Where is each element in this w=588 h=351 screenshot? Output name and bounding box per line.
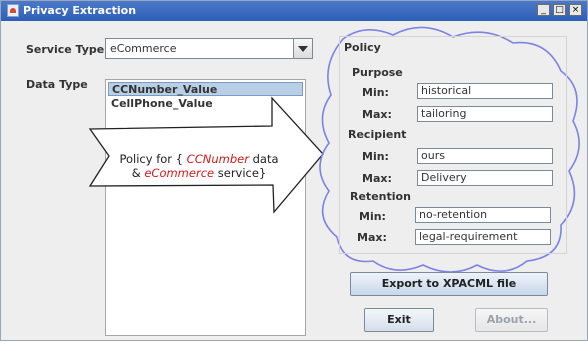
purpose-max-label: Max:: [362, 108, 392, 121]
retention-min-label: Min:: [359, 210, 386, 223]
window-title: Privacy Extraction: [23, 4, 137, 17]
service-type-value: eCommerce: [110, 42, 177, 55]
app-icon: [7, 4, 19, 17]
purpose-min-field[interactable]: historical: [417, 83, 553, 99]
recipient-min-label: Min:: [362, 150, 389, 163]
recipient-heading: Recipient: [348, 128, 407, 141]
service-type-select[interactable]: eCommerce: [105, 38, 313, 59]
purpose-max-field[interactable]: tailoring: [417, 106, 553, 122]
data-type-label: Data Type: [26, 78, 88, 91]
callout-line2-suffix: service}: [217, 166, 267, 180]
about-button[interactable]: About...: [475, 308, 548, 332]
main-window: Privacy Extraction _ □ × Service Type eC…: [0, 0, 588, 341]
recipient-min-field[interactable]: ours: [417, 148, 553, 164]
callout-text: Policy for { CCNumber data & eCommerce s…: [111, 152, 287, 180]
title-bar[interactable]: Privacy Extraction _ □ ×: [1, 1, 587, 21]
policy-title: Policy: [344, 41, 381, 54]
retention-min-field[interactable]: no-retention: [415, 207, 551, 223]
exit-button[interactable]: Exit: [364, 308, 434, 332]
purpose-min-label: Min:: [362, 86, 389, 99]
maximize-button[interactable]: □: [553, 4, 566, 16]
close-button[interactable]: ×: [569, 4, 582, 16]
retention-max-label: Max:: [357, 231, 387, 244]
callout-service-term: eCommerce: [144, 166, 215, 180]
export-xpacml-button[interactable]: Export to XPACML file: [350, 272, 548, 296]
minimize-button[interactable]: _: [537, 4, 550, 16]
callout-data-term: CCNumber: [186, 152, 249, 166]
retention-heading: Retention: [350, 190, 411, 203]
callout-line1-suffix: data: [252, 152, 279, 166]
callout-line2-prefix: &: [131, 166, 141, 180]
service-type-label: Service Type: [26, 43, 105, 56]
chevron-down-icon[interactable]: [293, 39, 312, 58]
list-item[interactable]: CCNumber_Value: [108, 82, 303, 96]
callout-line1-prefix: Policy for {: [119, 152, 184, 166]
recipient-max-label: Max:: [362, 172, 392, 185]
recipient-max-field[interactable]: Delivery: [417, 170, 553, 186]
purpose-heading: Purpose: [352, 66, 403, 79]
retention-max-field[interactable]: legal-requirement: [415, 229, 551, 245]
